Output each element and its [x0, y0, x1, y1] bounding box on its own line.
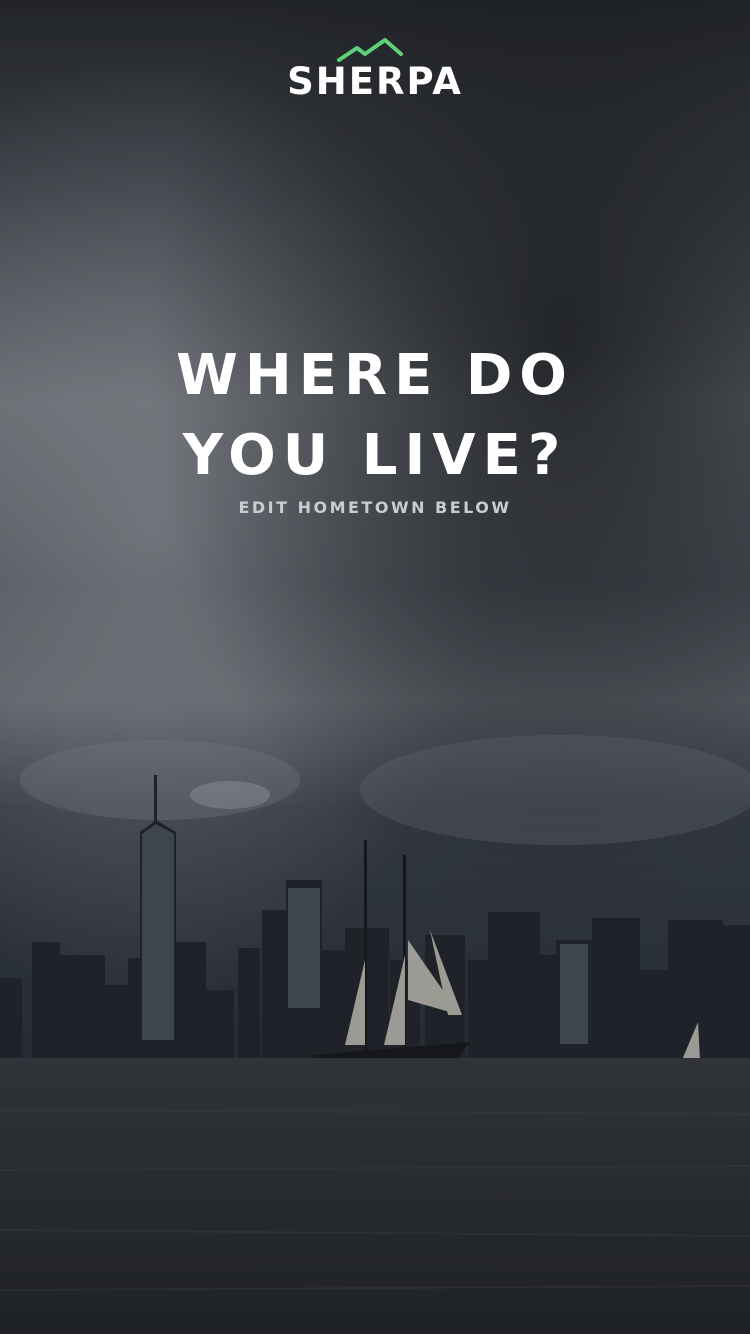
sherpa-logo: SHERPA: [0, 38, 750, 103]
title-line-1: WHERE DO: [176, 343, 574, 408]
brand-name: SHERPA: [287, 60, 463, 103]
page-title: WHERE DO YOU LIVE?: [0, 336, 750, 496]
onboarding-screen: SHERPA WHERE DO YOU LIVE? EDIT HOMETOWN …: [0, 0, 750, 1334]
title-line-2: YOU LIVE?: [182, 423, 568, 488]
instruction-text: EDIT HOMETOWN BELOW: [238, 498, 512, 517]
skyline-background-image: [0, 0, 750, 1334]
